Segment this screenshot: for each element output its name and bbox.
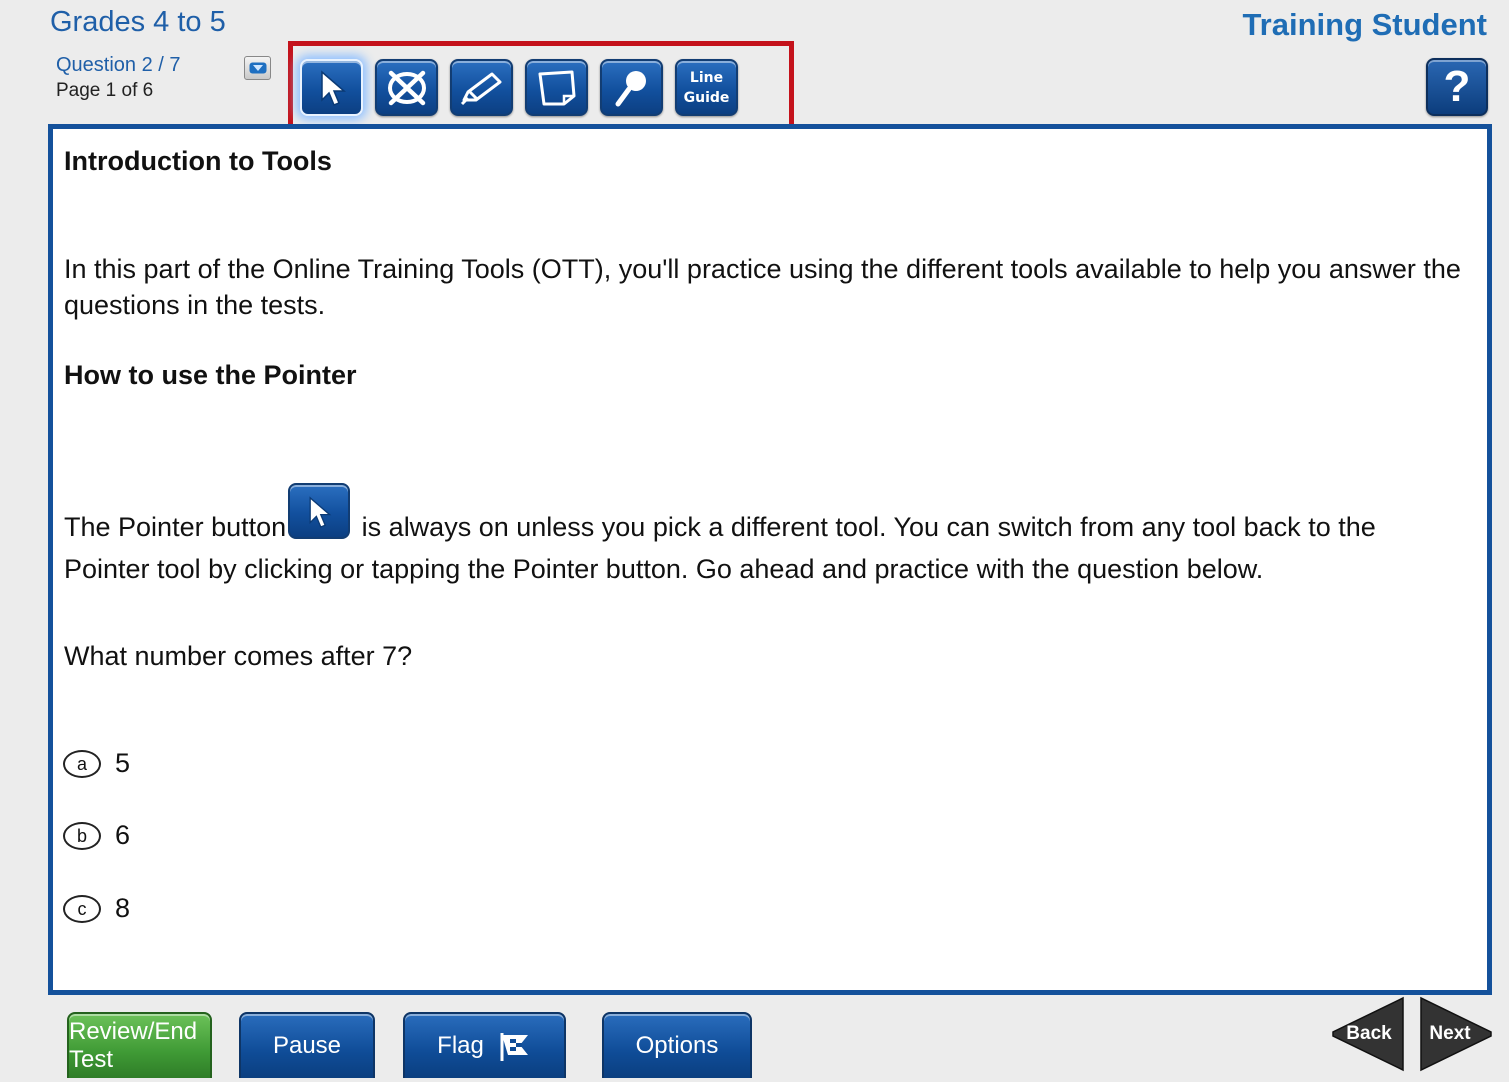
option-letter-badge: b bbox=[63, 821, 101, 850]
answer-option-b[interactable]: b 6 bbox=[63, 820, 130, 851]
magnifier-icon bbox=[615, 70, 646, 106]
question-text: What number comes after 7? bbox=[64, 641, 413, 671]
option-letter-badge: c bbox=[63, 894, 101, 923]
question-dropdown-button[interactable] bbox=[244, 56, 271, 80]
pointer-paragraph: The Pointer button is always on unless y… bbox=[64, 483, 1467, 587]
student-name: Training Student bbox=[1242, 7, 1487, 42]
line-guide-label-line1: Line bbox=[689, 69, 724, 86]
pointer-arrow-icon bbox=[309, 496, 332, 528]
back-label: Back bbox=[1346, 1023, 1392, 1044]
eliminate-choice-tool-button[interactable] bbox=[375, 59, 438, 116]
pause-button[interactable]: Pause bbox=[239, 1012, 375, 1078]
highlighter-tool-button[interactable] bbox=[450, 59, 513, 116]
intro-paragraph: In this part of the Online Training Tool… bbox=[64, 254, 1461, 320]
sticky-note-tool-button[interactable] bbox=[525, 59, 588, 116]
inline-pointer-button-image bbox=[288, 483, 351, 539]
option-letter-badge: a bbox=[63, 749, 101, 778]
line-guide-tool-button[interactable]: Line Guide bbox=[675, 59, 738, 116]
line-guide-label-line2: Guide bbox=[683, 89, 730, 106]
intro-heading: Introduction to Tools bbox=[64, 146, 332, 176]
options-button[interactable]: Options bbox=[602, 1012, 752, 1078]
answer-option-a[interactable]: a 5 bbox=[63, 748, 130, 779]
sticky-note-icon bbox=[538, 70, 575, 105]
answer-option-c[interactable]: c 8 bbox=[63, 893, 130, 924]
pointer-paragraph-start: The Pointer button bbox=[64, 512, 287, 542]
option-text: 6 bbox=[115, 820, 131, 850]
pointer-heading: How to use the Pointer bbox=[64, 360, 357, 390]
magnifier-tool-button[interactable] bbox=[600, 59, 663, 116]
question-counter: Question 2 / 7 bbox=[56, 54, 181, 76]
content-panel: Introduction to Tools In this part of th… bbox=[48, 124, 1492, 995]
eliminate-choice-icon bbox=[387, 70, 426, 105]
chevron-down-icon bbox=[249, 62, 266, 74]
option-text: 5 bbox=[115, 748, 131, 778]
flag-button[interactable]: Flag bbox=[403, 1012, 566, 1078]
line-guide-label: Line Guide bbox=[684, 68, 730, 108]
page-counter: Page 1 of 6 bbox=[56, 80, 154, 101]
next-button[interactable]: Next bbox=[1419, 996, 1495, 1072]
next-label: Next bbox=[1429, 1023, 1471, 1044]
help-button[interactable]: ? bbox=[1426, 58, 1488, 116]
flag-icon bbox=[500, 1033, 528, 1061]
highlighter-icon bbox=[460, 72, 501, 105]
back-button[interactable]: Back bbox=[1329, 996, 1405, 1072]
option-text: 8 bbox=[115, 893, 131, 923]
grade-title: Grades 4 to 5 bbox=[50, 6, 226, 38]
pointer-tool-button[interactable] bbox=[300, 59, 363, 116]
review-end-test-button[interactable]: Review/End Test bbox=[67, 1012, 212, 1078]
flag-label: Flag bbox=[437, 1032, 484, 1059]
pointer-arrow-icon bbox=[320, 69, 346, 106]
